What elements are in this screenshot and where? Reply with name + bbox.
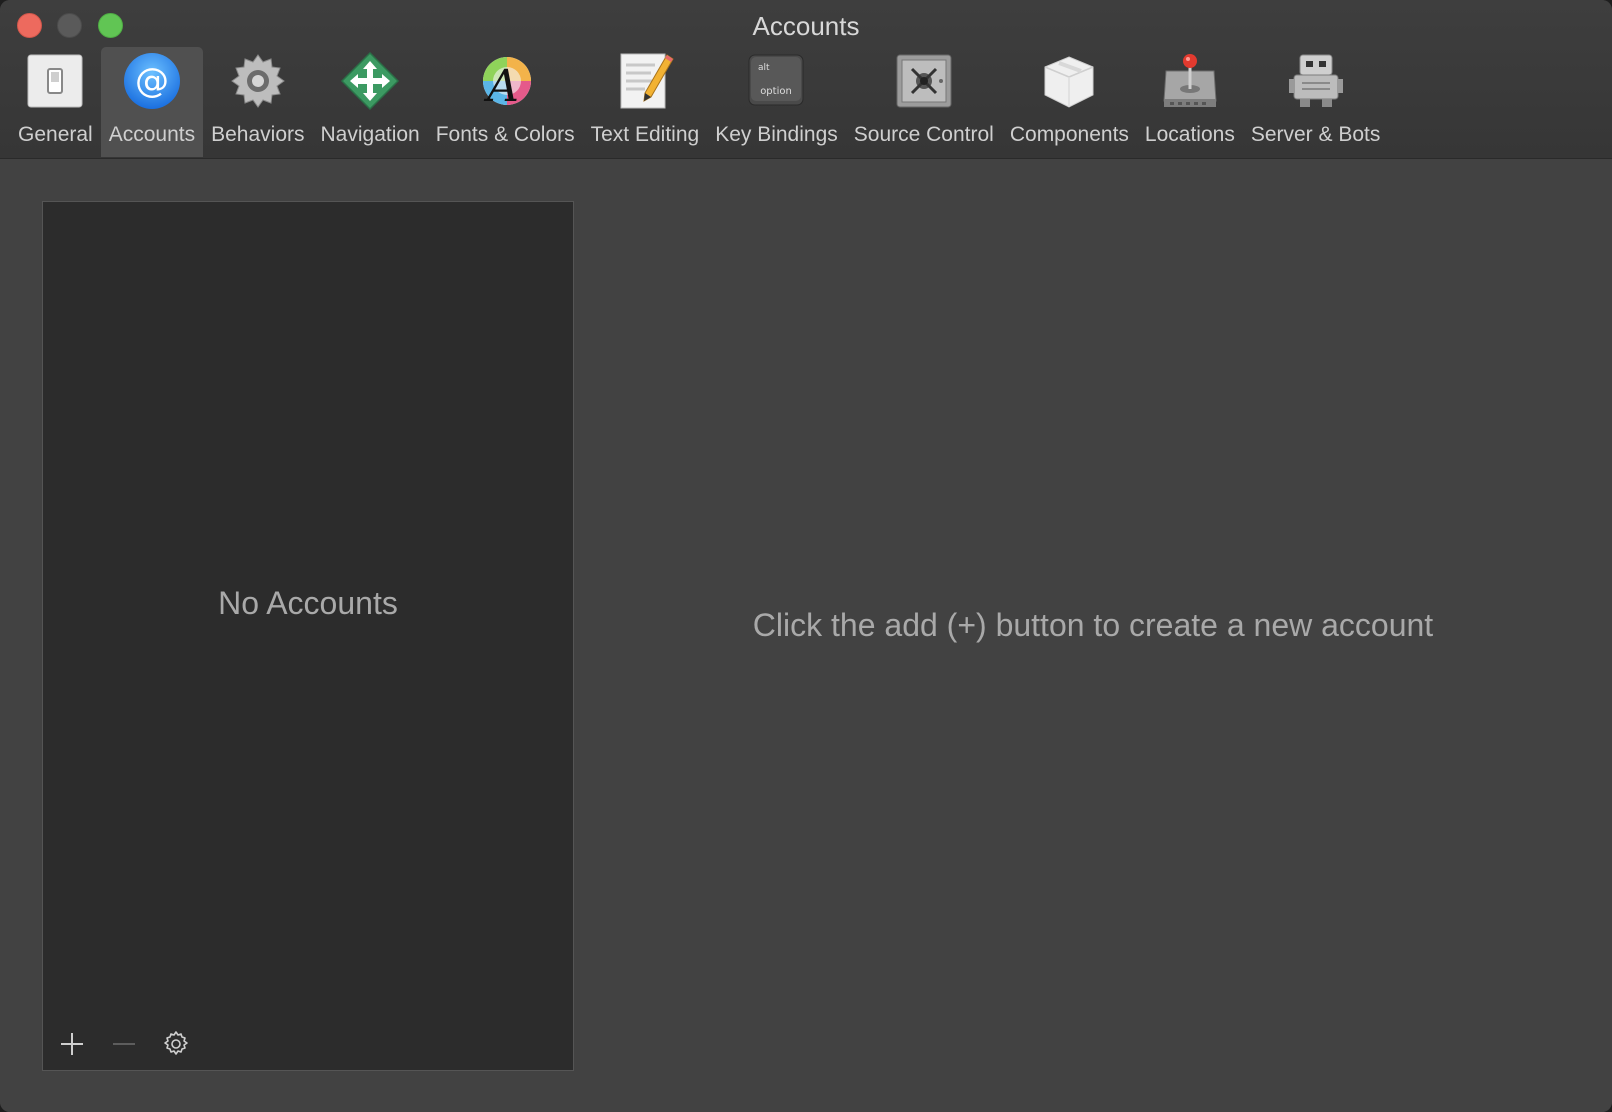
- tab-source-control[interactable]: Source Control: [846, 47, 1002, 157]
- tab-key-bindings[interactable]: alt option Key Bindings: [707, 47, 846, 157]
- at-sign-icon: @: [122, 51, 182, 111]
- title-bar: Accounts General @ Accounts Behaviors Na…: [0, 0, 1612, 159]
- preferences-window: Accounts General @ Accounts Behaviors Na…: [0, 0, 1612, 1112]
- tab-components[interactable]: Components: [1002, 47, 1137, 157]
- create-account-hint: Click the add (+) button to create a new…: [752, 607, 1434, 643]
- list-footer-toolbar: [57, 1024, 191, 1064]
- empty-list-message: No Accounts: [218, 585, 398, 621]
- tab-label: Fonts & Colors: [435, 123, 575, 146]
- svg-text:option: option: [761, 86, 793, 97]
- svg-text:A: A: [483, 61, 519, 111]
- tab-behaviors[interactable]: Behaviors: [203, 47, 312, 157]
- tab-label: Accounts: [108, 123, 196, 146]
- remove-icon: [113, 1043, 135, 1045]
- add-icon: [61, 1033, 83, 1055]
- accounts-pane: No Accounts Click the add (+) button to …: [0, 159, 1612, 1112]
- tab-label: General: [18, 123, 93, 146]
- tab-fonts-colors[interactable]: A Fonts & Colors: [428, 47, 583, 157]
- remove-account-button[interactable]: [109, 1029, 139, 1059]
- tab-label: Source Control: [853, 123, 994, 146]
- preferences-toolbar: General @ Accounts Behaviors Navigation …: [10, 47, 1388, 157]
- tab-label: Text Editing: [590, 123, 700, 146]
- general-switch-icon: [25, 51, 85, 111]
- tab-label: Components: [1009, 123, 1129, 146]
- hard-drive-joystick-icon: [1160, 51, 1220, 111]
- box-icon: [1039, 51, 1099, 111]
- account-settings-button[interactable]: [161, 1029, 191, 1059]
- document-pencil-icon: [615, 51, 675, 111]
- move-arrows-icon: [340, 51, 400, 111]
- tab-label: Behaviors: [211, 123, 305, 146]
- tab-accounts[interactable]: @ Accounts: [100, 47, 204, 157]
- svg-text:@: @: [135, 61, 169, 101]
- tab-label: Key Bindings: [715, 123, 838, 146]
- add-account-button[interactable]: [57, 1029, 87, 1059]
- tab-server-bots[interactable]: Server & Bots: [1243, 47, 1389, 157]
- gear-icon: [228, 51, 288, 111]
- tab-locations[interactable]: Locations: [1137, 47, 1243, 157]
- svg-text:alt: alt: [758, 63, 770, 73]
- tab-text-editing[interactable]: Text Editing: [583, 47, 708, 157]
- tab-label: Server & Bots: [1250, 123, 1381, 146]
- color-font-icon: A: [475, 51, 535, 111]
- accounts-list[interactable]: No Accounts: [42, 201, 574, 1071]
- window-title: Accounts: [752, 11, 860, 41]
- option-key-icon: alt option: [746, 51, 806, 111]
- robot-icon: [1286, 51, 1346, 111]
- tab-general[interactable]: General: [10, 47, 101, 157]
- gear-icon: [164, 1031, 188, 1055]
- safe-icon: [894, 51, 954, 111]
- tab-label: Locations: [1144, 123, 1235, 146]
- tab-label: Navigation: [320, 123, 420, 146]
- tab-navigation[interactable]: Navigation: [313, 47, 428, 157]
